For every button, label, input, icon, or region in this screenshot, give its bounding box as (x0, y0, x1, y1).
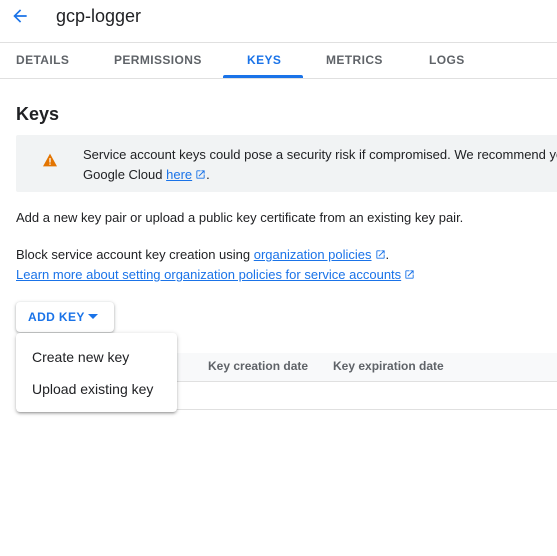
add-key-menu: Create new key Upload existing key (16, 333, 177, 412)
open-in-new-icon (405, 270, 414, 279)
menu-item-create-new-key[interactable]: Create new key (16, 341, 177, 373)
learn-more-link[interactable]: Learn more about setting organization po… (16, 267, 401, 282)
page-title: gcp-logger (56, 6, 142, 26)
warning-line-2: Google Cloud here. (83, 165, 557, 185)
open-in-new-icon (196, 170, 205, 179)
menu-item-upload-existing-key[interactable]: Upload existing key (16, 373, 177, 405)
tab-details[interactable]: DETAILS (16, 42, 69, 78)
tab-bar: DETAILS PERMISSIONS KEYS METRICS LOGS (0, 42, 557, 79)
column-key-creation-date[interactable]: Key creation date (208, 359, 308, 373)
warning-line-2-suffix: . (206, 167, 210, 182)
add-key-button[interactable]: ADD KEY (16, 302, 114, 332)
section-title: Keys (16, 104, 60, 124)
warning-line-1: Service account keys could pose a securi… (83, 147, 557, 162)
back-button[interactable] (8, 4, 32, 28)
organization-policies-link[interactable]: organization policies (254, 247, 372, 262)
warning-here-link[interactable]: here (166, 167, 192, 182)
intro-text: Add a new key pair or upload a public ke… (16, 210, 464, 225)
policy-text: Block service account key creation using… (16, 245, 389, 265)
learn-more-row: Learn more about setting organization po… (16, 265, 415, 285)
tab-keys[interactable]: KEYS (247, 42, 281, 78)
warning-text: Service account keys could pose a securi… (83, 145, 557, 185)
policy-suffix: . (385, 247, 390, 262)
add-key-label: ADD KEY (28, 310, 85, 324)
tab-metrics[interactable]: METRICS (326, 42, 383, 78)
policy-prefix: Block service account key creation using (16, 247, 254, 262)
tab-permissions[interactable]: PERMISSIONS (114, 42, 202, 78)
open-in-new-icon (375, 250, 385, 259)
arrow-back-icon (13, 9, 27, 23)
warning-banner: Service account keys could pose a securi… (16, 135, 557, 192)
warning-triangle-icon (43, 153, 57, 167)
tab-logs[interactable]: LOGS (429, 42, 465, 78)
app-header: gcp-logger (0, 0, 557, 43)
column-key-expiration-date[interactable]: Key expiration date (333, 359, 444, 373)
active-tab-indicator (223, 75, 303, 78)
warning-line-2-prefix: Google Cloud (83, 167, 167, 182)
caret-down-icon (88, 314, 98, 319)
